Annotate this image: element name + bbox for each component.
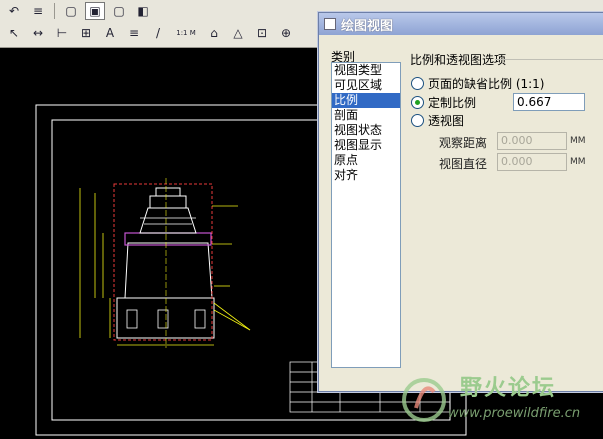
- group-divider: [495, 59, 603, 60]
- category-item-view-type[interactable]: 视图类型: [332, 63, 400, 78]
- drawing-view-dialog: 绘图视图 类别 视图类型 可见区域 比例 剖面 视图状态 视图显示 原点 对齐 …: [318, 12, 603, 392]
- view-distance-input[interactable]: 0.000: [497, 132, 567, 150]
- select-pointer-icon[interactable]: ↖: [4, 24, 24, 42]
- undo-icon[interactable]: ↶: [4, 2, 24, 20]
- layers-icon[interactable]: ≡: [28, 2, 48, 20]
- view-diameter-label: 视图直径: [439, 157, 488, 171]
- default-scale-label: 页面的缺省比例 (1:1): [428, 77, 545, 91]
- table-icon[interactable]: ⊞: [76, 24, 96, 42]
- category-list[interactable]: 视图类型 可见区域 比例 剖面 视图状态 视图显示 原点 对齐: [331, 62, 401, 368]
- scale-icon[interactable]: 1:1 M: [172, 24, 200, 42]
- category-item-scale[interactable]: 比例: [332, 93, 400, 108]
- category-item-alignment[interactable]: 对齐: [332, 168, 400, 183]
- view-box-side-icon[interactable]: ▢: [109, 2, 129, 20]
- custom-scale-input[interactable]: 0.667: [513, 93, 585, 111]
- category-item-view-state[interactable]: 视图状态: [332, 123, 400, 138]
- option-custom-scale[interactable]: 定制比例: [411, 94, 476, 111]
- view-diameter-unit: MM: [570, 157, 586, 167]
- dialog-title: 绘图视图: [341, 18, 394, 34]
- option-perspective[interactable]: 透视图: [411, 112, 464, 129]
- category-item-origin[interactable]: 原点: [332, 153, 400, 168]
- view-distance-label: 观察距离: [439, 136, 488, 150]
- part-view: [79, 178, 251, 348]
- radio-default-scale[interactable]: [411, 77, 424, 90]
- dimension-icon[interactable]: ↔: [28, 24, 48, 42]
- scale-group-title: 比例和透视图选项: [410, 53, 507, 67]
- note-icon[interactable]: A: [100, 24, 120, 42]
- toolbar-divider: [54, 3, 55, 19]
- view-icon[interactable]: ⊡: [252, 24, 272, 42]
- toolbar-row-1: ↶ ≡ ▢ ▣ ▢ ◧: [0, 0, 153, 22]
- custom-scale-label: 定制比例: [428, 96, 477, 110]
- symbol-icon[interactable]: △: [228, 24, 248, 42]
- move-icon[interactable]: ⊕: [276, 24, 296, 42]
- category-item-view-display[interactable]: 视图显示: [332, 138, 400, 153]
- view-box-icon[interactable]: ▢: [61, 2, 81, 20]
- view-box-front-icon[interactable]: ▣: [85, 2, 105, 20]
- datum-icon[interactable]: ⌂: [204, 24, 224, 42]
- category-item-section[interactable]: 剖面: [332, 108, 400, 123]
- view-distance-unit: MM: [570, 136, 586, 146]
- hatch-icon[interactable]: /: [148, 24, 168, 42]
- option-default-scale[interactable]: 页面的缺省比例 (1:1): [411, 75, 545, 92]
- radio-custom-scale[interactable]: [411, 96, 424, 109]
- view-diameter-input[interactable]: 0.000: [497, 153, 567, 171]
- window-icon: [324, 18, 336, 30]
- radio-perspective[interactable]: [411, 114, 424, 127]
- dialog-title-bar[interactable]: 绘图视图: [319, 13, 603, 35]
- ordinate-dimension-icon[interactable]: ⊢: [52, 24, 72, 42]
- tolerance-icon[interactable]: ≡: [124, 24, 144, 42]
- toolbar-row-2: ↖ ↔ ⊢ ⊞ A ≡ / 1:1 M ⌂ △ ⊡ ⊕: [0, 22, 296, 44]
- perspective-label: 透视图: [428, 114, 465, 128]
- view-box-shaded-icon[interactable]: ◧: [133, 2, 153, 20]
- category-item-visible-area[interactable]: 可见区域: [332, 78, 400, 93]
